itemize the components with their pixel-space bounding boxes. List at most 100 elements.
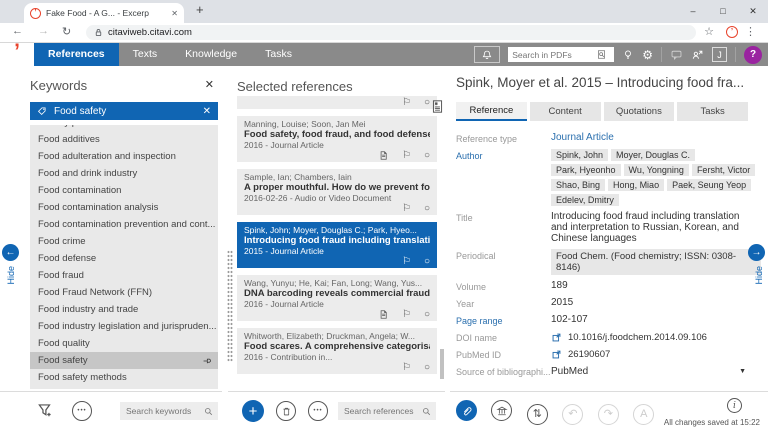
keywords-search-field[interactable] (120, 402, 218, 420)
keyword-item[interactable]: Food contamination analysis (30, 199, 218, 216)
author-chip[interactable]: Paek, Seung Yeop (667, 179, 751, 191)
new-tab-button[interactable]: + (196, 2, 204, 17)
keywords-more-button[interactable]: ••• (72, 401, 92, 421)
attachment-document-icon[interactable] (378, 150, 389, 161)
pin-icon[interactable] (202, 356, 212, 366)
references-search-field[interactable] (338, 402, 436, 420)
reference-type-value[interactable]: Journal Article (551, 132, 756, 144)
compact-view-icon[interactable] (431, 99, 444, 114)
citavi-extension-icon[interactable]: ’ (726, 26, 738, 38)
keywords-search-input[interactable] (126, 406, 203, 416)
pdf-search-field[interactable] (508, 47, 614, 62)
flag-icon[interactable]: ⚐ (402, 204, 411, 214)
reference-card[interactable]: Wang, Yunyu; He, Kai; Fan, Long; Wang, Y… (237, 275, 437, 321)
external-link-icon[interactable] (551, 349, 562, 360)
keyword-item[interactable]: Food safety methods (30, 369, 218, 386)
tab-close-icon[interactable]: ✕ (171, 9, 178, 18)
reference-card[interactable]: Sample, Ian; Chambers, Iain A proper mou… (237, 169, 437, 215)
keyword-item[interactable]: Food industry legislation and jurisprude… (30, 318, 218, 335)
keyword-item[interactable]: Food defense (30, 250, 218, 267)
citavi-logo[interactable]: ’ (0, 43, 34, 66)
author-chip[interactable]: Moyer, Douglas C. (611, 149, 695, 161)
window-maximize-icon[interactable]: □ (708, 0, 738, 23)
delete-reference-button[interactable] (276, 401, 296, 421)
source-dropdown[interactable]: PubMed ▼ (551, 365, 756, 377)
nav-tasks[interactable]: Tasks (251, 43, 306, 66)
flag-icon[interactable]: ⚐ (402, 310, 411, 320)
title-value[interactable]: Introducing food fraud including transla… (551, 211, 756, 244)
back-icon[interactable]: ← (12, 25, 23, 37)
circle-rating-icon[interactable]: ○ (424, 257, 430, 267)
keyword-item-selected[interactable]: Food safety (30, 352, 218, 369)
volume-value[interactable]: 189 (551, 280, 756, 292)
keyword-item[interactable]: Food fraud (30, 267, 218, 284)
window-close-icon[interactable]: ✕ (738, 0, 768, 23)
notifications-button[interactable] (474, 46, 500, 63)
library-lookup-button[interactable] (491, 400, 512, 421)
help-button[interactable]: ? (744, 46, 762, 64)
keyword-item[interactable]: Food quality (30, 335, 218, 352)
reference-card[interactable]: Whitworth, Elizabeth; Druckman, Angela; … (237, 328, 437, 374)
nav-knowledge[interactable]: Knowledge (171, 43, 251, 66)
reference-card[interactable]: Manning, Louise; Soon, Jan Mei Food safe… (237, 116, 437, 162)
circle-rating-icon[interactable]: ○ (424, 363, 430, 373)
browser-menu-icon[interactable]: ⋮ (745, 25, 756, 38)
filter-add-button[interactable] (36, 401, 54, 419)
author-chip[interactable]: Shao, Bing (551, 179, 605, 191)
sort-button[interactable]: ⇅ (527, 404, 548, 425)
add-reference-button[interactable]: + (242, 400, 264, 422)
keyword-item[interactable]: Food and drink industry (30, 165, 218, 182)
keyword-item[interactable]: Food adulteration and inspection (30, 148, 218, 165)
settings-gear-icon[interactable]: ⚙ (642, 49, 653, 61)
keyword-item[interactable]: Food additives (30, 131, 218, 148)
reference-card-selected[interactable]: Spink, John; Moyer, Douglas C.; Park, Hy… (237, 222, 437, 268)
info-button[interactable]: i (727, 398, 742, 413)
hide-left-panel-button[interactable]: ← (2, 244, 19, 261)
flag-icon[interactable]: ⚐ (402, 257, 411, 267)
lightbulb-icon[interactable] (622, 49, 634, 61)
author-chip[interactable]: Wu, Yongning (624, 164, 689, 176)
author-chip[interactable]: Edelev, Dmitry (551, 194, 619, 206)
doi-value[interactable]: 10.1016/j.foodchem.2014.09.106 (568, 332, 707, 343)
window-minimize-icon[interactable]: – (678, 0, 708, 23)
attachments-button[interactable] (456, 400, 477, 421)
circle-rating-icon[interactable]: ○ (424, 98, 430, 108)
nav-texts[interactable]: Texts (119, 43, 172, 66)
circle-rating-icon[interactable]: ○ (424, 310, 430, 320)
external-link-icon[interactable] (551, 332, 562, 343)
author-chip[interactable]: Fersht, Victor (692, 164, 755, 176)
year-value[interactable]: 2015 (551, 297, 756, 309)
address-bar[interactable]: citaviweb.citavi.com (86, 25, 696, 40)
flag-icon[interactable]: ⚐ (402, 98, 411, 108)
share-project-icon[interactable] (691, 48, 704, 61)
references-search-input[interactable] (344, 406, 421, 416)
references-more-button[interactable]: ••• (308, 401, 328, 421)
nav-references[interactable]: References (34, 43, 119, 66)
keyword-item[interactable]: Food Fraud Network (FFN) (30, 284, 218, 301)
pubmed-value[interactable]: 26190607 (568, 349, 610, 360)
flag-icon[interactable]: ⚐ (402, 363, 411, 373)
periodical-chip[interactable]: Food Chem. (Food chemistry; ISSN: 0308-8… (551, 249, 761, 275)
circle-rating-icon[interactable]: ○ (424, 151, 430, 161)
tab-tasks[interactable]: Tasks (677, 102, 748, 121)
reference-card-partial[interactable]: ⚐ ○ (237, 96, 437, 109)
hide-right-panel-button[interactable]: → (748, 244, 765, 261)
bookmark-star-icon[interactable]: ☆ (704, 25, 714, 38)
references-scrollbar[interactable] (440, 349, 444, 379)
author-chip[interactable]: Park, Hyeonho (551, 164, 621, 176)
author-chip[interactable]: Hong, Miao (608, 179, 664, 191)
tab-reference[interactable]: Reference (456, 102, 527, 121)
keyword-item[interactable]: Food contamination (30, 182, 218, 199)
reload-icon[interactable]: ↻ (62, 25, 71, 38)
keyword-item[interactable]: Food crime (30, 233, 218, 250)
keyword-filter-remove-icon[interactable]: ✕ (203, 106, 211, 117)
tab-quotations[interactable]: Quotations (604, 102, 675, 121)
keyword-item[interactable]: Food industry and trade (30, 301, 218, 318)
circle-rating-icon[interactable]: ○ (424, 204, 430, 214)
browser-tab[interactable]: ’ Fake Food - A G... - Excerp ✕ (24, 3, 184, 23)
keyword-item[interactable]: Food contamination prevention and cont..… (30, 216, 218, 233)
user-avatar[interactable]: J (712, 47, 727, 62)
attachment-document-icon[interactable] (378, 309, 389, 320)
flag-icon[interactable]: ⚐ (402, 151, 411, 161)
tab-content[interactable]: Content (530, 102, 601, 121)
